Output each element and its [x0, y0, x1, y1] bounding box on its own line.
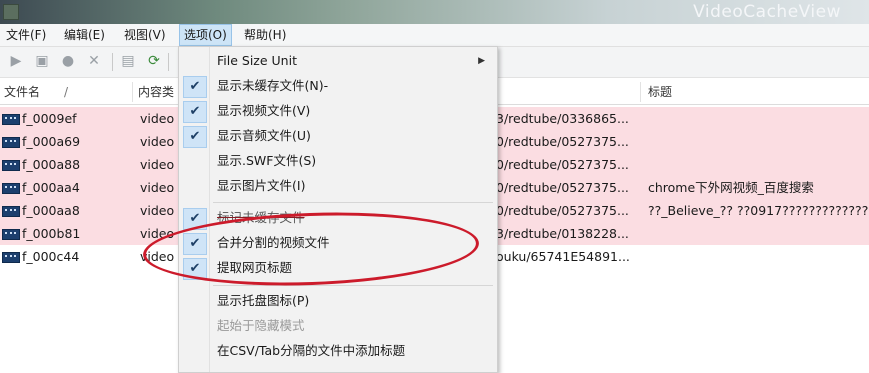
- toolbar-separator: [112, 53, 113, 71]
- row-url: 0/redtube/0527375...: [496, 180, 629, 195]
- submenu-arrow-icon: ▶: [478, 56, 485, 66]
- options-menu: File Size Unit ▶ ✔ 显示未缓存文件(N)- ✔ 显示视频文件(…: [178, 46, 498, 373]
- refresh-icon[interactable]: ⟳: [146, 53, 162, 69]
- row-url: 0/redtube/0527375...: [496, 203, 629, 218]
- column-header-content-type[interactable]: 内容类: [138, 80, 174, 104]
- row-content-type: video: [140, 134, 175, 149]
- menu-options[interactable]: 选项(O): [179, 24, 232, 46]
- play-icon[interactable]: ▶: [8, 53, 24, 69]
- menu-item-show-tray-icon[interactable]: 显示托盘图标(P): [179, 289, 497, 313]
- menu-item-label: 显示图片文件(I): [217, 178, 306, 193]
- menu-item-label: 显示视频文件(V): [217, 103, 311, 118]
- menu-help[interactable]: 帮助(H): [240, 24, 290, 46]
- row-filename: f_000a69: [22, 134, 81, 149]
- video-file-icon: [2, 229, 20, 240]
- row-url: 3/redtube/0336865...: [496, 111, 629, 126]
- menu-edit[interactable]: 编辑(E): [60, 24, 109, 46]
- menu-item-show-swf[interactable]: 显示.SWF文件(S): [179, 149, 497, 173]
- row-filename: f_000b81: [22, 226, 81, 241]
- menu-item-label: 显示托盘图标(P): [217, 293, 310, 308]
- menu-item-label: 显示音频文件(U): [217, 128, 311, 143]
- checkmark-icon: ✔: [183, 101, 207, 123]
- menu-file[interactable]: 文件(F): [2, 24, 50, 46]
- title-bar: VideoCacheView: [0, 0, 869, 24]
- menu-view[interactable]: 视图(V): [120, 24, 170, 46]
- menu-item-show-audio[interactable]: ✔ 显示音频文件(U): [179, 124, 497, 148]
- row-url: 3/redtube/0138228...: [496, 226, 629, 241]
- row-title: chrome下外网视频_百度搜索: [648, 180, 814, 195]
- menu-bar: 文件(F) 编辑(E) 视图(V) 选项(O) 帮助(H): [0, 24, 869, 47]
- save-icon[interactable]: ▤: [120, 53, 136, 69]
- menu-item-label: File Size Unit: [217, 53, 297, 68]
- row-content-type: video: [140, 157, 175, 172]
- row-filename: f_000aa4: [22, 180, 80, 195]
- copy-icon[interactable]: ▣: [34, 53, 50, 69]
- checkmark-icon: ✔: [183, 126, 207, 148]
- video-file-icon: [2, 252, 20, 263]
- row-content-type: video: [140, 180, 175, 195]
- column-divider[interactable]: [640, 82, 641, 102]
- window-title: VideoCacheView: [693, 2, 841, 22]
- row-url: 0/redtube/0527375...: [496, 157, 629, 172]
- app-icon: [3, 4, 19, 20]
- row-filename: f_000c44: [22, 249, 80, 264]
- column-divider[interactable]: [132, 82, 133, 102]
- menu-item-label: 显示.SWF文件(S): [217, 153, 317, 168]
- menu-item-label: 在CSV/Tab分隔的文件中添加标题: [217, 343, 406, 358]
- checkmark-icon: ✔: [183, 76, 207, 98]
- row-filename: f_000aa8: [22, 203, 80, 218]
- video-file-icon: [2, 137, 20, 148]
- delete-icon[interactable]: ✕: [86, 53, 102, 69]
- record-icon[interactable]: ●: [60, 53, 76, 69]
- row-url: ouku/65741E54891...: [496, 249, 630, 264]
- row-content-type: video: [140, 111, 175, 126]
- row-filename: f_0009ef: [22, 111, 77, 126]
- menu-item-show-images[interactable]: 显示图片文件(I): [179, 174, 497, 198]
- menu-separator: [213, 285, 493, 286]
- row-filename: f_000a88: [22, 157, 81, 172]
- row-title: ??_Believe_?? ??0917???????????????: [648, 203, 869, 218]
- video-file-icon: [2, 160, 20, 171]
- video-file-icon: [2, 206, 20, 217]
- menu-separator: [213, 202, 493, 203]
- menu-item-show-uncached[interactable]: ✔ 显示未缓存文件(N)-: [179, 74, 497, 98]
- menu-item-file-size-unit[interactable]: File Size Unit ▶: [179, 49, 497, 73]
- toolbar-separator: [168, 53, 169, 71]
- column-header-title[interactable]: 标题: [648, 80, 672, 104]
- menu-item-label: 起始于隐藏模式: [217, 318, 305, 333]
- video-file-icon: [2, 114, 20, 125]
- video-file-icon: [2, 183, 20, 194]
- menu-item-csv-add-header[interactable]: 在CSV/Tab分隔的文件中添加标题: [179, 339, 497, 363]
- menu-item-show-video[interactable]: ✔ 显示视频文件(V): [179, 99, 497, 123]
- row-url: 0/redtube/0527375...: [496, 134, 629, 149]
- column-header-filename[interactable]: 文件名: [4, 80, 40, 104]
- menu-item-start-hidden: 起始于隐藏模式: [179, 314, 497, 338]
- menu-item-label: 显示未缓存文件(N)-: [217, 78, 329, 93]
- sort-indicator: /: [64, 85, 69, 99]
- row-content-type: video: [140, 203, 175, 218]
